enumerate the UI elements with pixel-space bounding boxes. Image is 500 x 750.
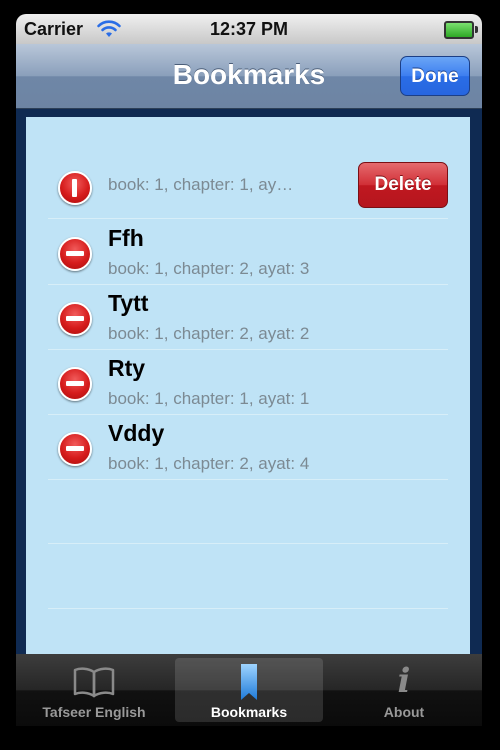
minus-circle-icon[interactable] <box>58 237 92 271</box>
bookmarks-table[interactable]: book: 1, chapter: 1, ay… Delete Ffh book… <box>26 117 470 654</box>
delete-button[interactable]: Delete <box>358 162 448 208</box>
done-button[interactable]: Done <box>400 56 470 96</box>
content-frame: book: 1, chapter: 1, ay… Delete Ffh book… <box>16 109 482 654</box>
tab-bookmarks[interactable]: Bookmarks <box>175 658 323 722</box>
phone-screen: Carrier 12:37 PM Bookmarks Done book: 1,… <box>0 0 500 750</box>
bookmark-title: Tytt <box>108 290 149 316</box>
minus-circle-icon[interactable] <box>58 367 92 401</box>
bookmark-subtitle: book: 1, chapter: 2, ayat: 4 <box>108 454 310 473</box>
bookmark-icon <box>175 664 323 700</box>
tab-about[interactable]: i About <box>330 658 478 722</box>
bookmark-row[interactable]: book: 1, chapter: 1, ay… Delete <box>48 153 448 219</box>
navigation-bar: Bookmarks Done <box>16 44 482 109</box>
bookmark-title: Ffh <box>108 225 144 251</box>
bookmark-row[interactable]: Ffh book: 1, chapter: 2, ayat: 3 <box>48 219 448 285</box>
bookmark-subtitle: book: 1, chapter: 2, ayat: 2 <box>108 324 310 343</box>
bookmark-title: Rty <box>108 355 146 381</box>
bookmark-row[interactable]: Rty book: 1, chapter: 1, ayat: 1 <box>48 349 448 415</box>
minus-circle-icon[interactable] <box>58 432 92 466</box>
bookmark-subtitle: book: 1, chapter: 1, ayat: 1 <box>108 389 310 408</box>
tab-label: About <box>383 704 425 720</box>
info-icon: i <box>397 661 411 701</box>
minus-circle-icon[interactable] <box>58 302 92 336</box>
table-separator <box>48 608 448 609</box>
tab-label: Tafseer English <box>42 704 146 720</box>
tab-bar: Tafseer English Bookmarks i About <box>16 654 482 726</box>
table-separator <box>48 543 448 544</box>
book-icon <box>20 664 168 698</box>
bookmark-subtitle: book: 1, chapter: 2, ayat: 3 <box>108 259 310 278</box>
bookmark-row[interactable]: Vddy book: 1, chapter: 2, ayat: 4 <box>48 414 448 480</box>
tab-tafseer-english[interactable]: Tafseer English <box>20 658 168 722</box>
bookmark-subtitle: book: 1, chapter: 1, ay… <box>108 175 294 194</box>
status-time: 12:37 PM <box>209 19 289 39</box>
battery-icon <box>444 21 478 39</box>
bookmark-title: Vddy <box>108 420 165 446</box>
delete-confirm-icon[interactable] <box>58 171 92 205</box>
status-bar: Carrier 12:37 PM <box>16 14 482 44</box>
bookmark-row[interactable]: Tytt book: 1, chapter: 2, ayat: 2 <box>48 284 448 350</box>
tab-label: Bookmarks <box>210 704 288 720</box>
